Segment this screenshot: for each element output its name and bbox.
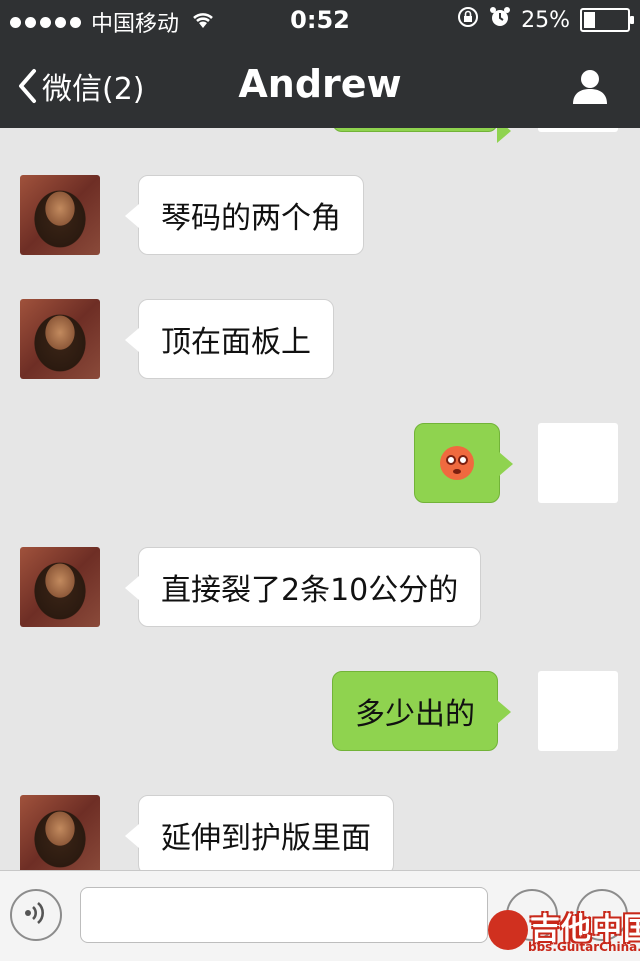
contact-avatar[interactable] bbox=[20, 547, 100, 627]
message-bubble-incoming[interactable]: 琴码的两个角 bbox=[125, 175, 364, 255]
message-bubble-incoming[interactable]: 直接裂了2条10公分的 bbox=[124, 547, 482, 627]
message-input[interactable] bbox=[80, 887, 488, 943]
battery-icon bbox=[580, 8, 634, 32]
battery-level bbox=[584, 12, 595, 28]
navigation-bar: 微信(2) Andrew bbox=[0, 44, 640, 128]
message-text: 直接裂了2条10公分的 bbox=[161, 573, 459, 608]
message-text: 顶在面板上 bbox=[161, 325, 311, 360]
my-avatar[interactable] bbox=[538, 671, 618, 751]
my-avatar-partial[interactable] bbox=[538, 128, 618, 132]
message-bubble-incoming[interactable]: 延伸到护版里面 bbox=[125, 795, 394, 870]
back-button[interactable]: 微信(2) bbox=[16, 64, 145, 108]
contact-avatar[interactable] bbox=[20, 175, 100, 255]
voice-wave-icon bbox=[22, 899, 50, 931]
contact-profile-button[interactable] bbox=[570, 66, 610, 110]
chevron-left-icon bbox=[16, 68, 38, 104]
message-text: 琴码的两个角 bbox=[161, 201, 341, 236]
contact-avatar[interactable] bbox=[20, 795, 100, 870]
flushed-face-emoji-icon bbox=[440, 446, 474, 480]
message-bubble-outgoing[interactable]: 多少出的 bbox=[332, 671, 511, 751]
battery-percent: 25% bbox=[521, 7, 570, 33]
contact-avatar[interactable] bbox=[20, 299, 100, 379]
rotation-lock-icon bbox=[457, 6, 479, 34]
voice-input-button[interactable] bbox=[10, 889, 62, 941]
alarm-icon bbox=[489, 6, 511, 34]
status-bar: 中国移动 0:52 25% bbox=[0, 0, 640, 40]
guitar-logo-icon bbox=[488, 910, 528, 950]
site-watermark: 吉他中国 bbs.GuitarChina.com bbox=[488, 902, 640, 958]
watermark-url: bbs.GuitarChina.com bbox=[528, 940, 640, 954]
message-list[interactable]: 琴码的两个角 顶在面板上 直接裂了2条10公分的 多少出的 延伸到护版里面 bbox=[0, 128, 640, 870]
message-bubble-outgoing[interactable] bbox=[414, 423, 513, 503]
my-avatar[interactable] bbox=[538, 423, 618, 503]
chat-title: Andrew bbox=[238, 62, 402, 106]
back-label: 微信(2) bbox=[42, 72, 145, 107]
person-icon bbox=[570, 70, 610, 110]
message-text: 延伸到护版里面 bbox=[161, 821, 371, 856]
message-bubble-partial[interactable] bbox=[332, 128, 511, 143]
message-text: 多少出的 bbox=[355, 697, 475, 732]
top-bar: 中国移动 0:52 25% 微信(2) Andrew bbox=[0, 0, 640, 128]
message-bubble-incoming[interactable]: 顶在面板上 bbox=[125, 299, 334, 379]
